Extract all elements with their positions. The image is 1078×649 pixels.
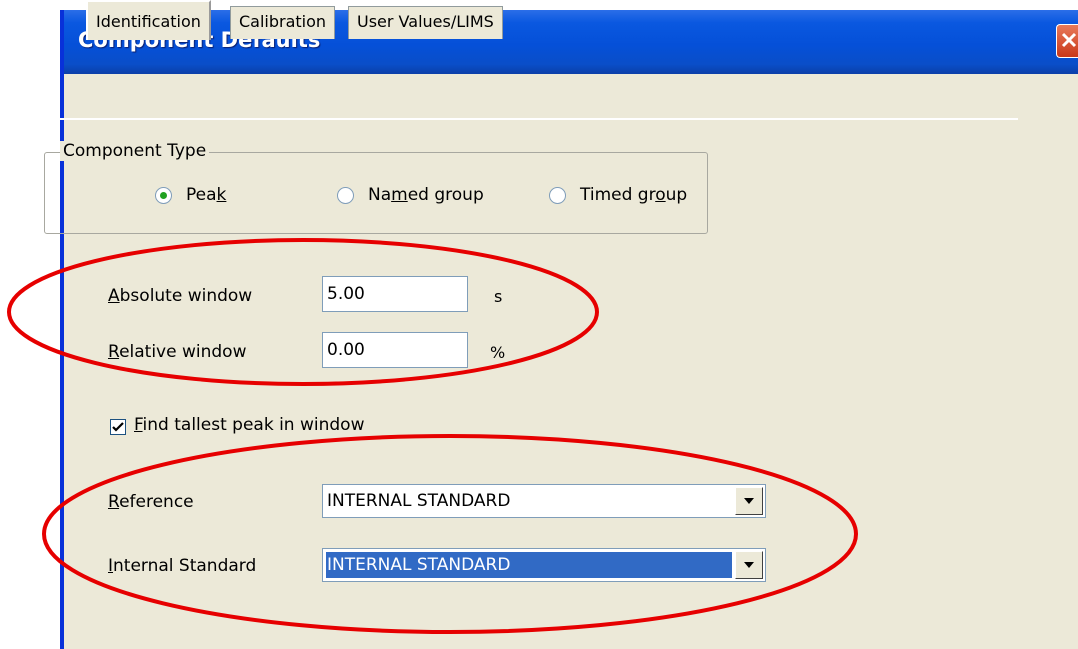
tab-identification-label: Identification (96, 12, 201, 31)
annotation-ellipse-windows (7, 238, 599, 386)
annotation-ellipse-reference (42, 434, 858, 634)
annotation-overlay (7, 238, 858, 634)
tab-identification[interactable]: Identification (86, 0, 211, 40)
